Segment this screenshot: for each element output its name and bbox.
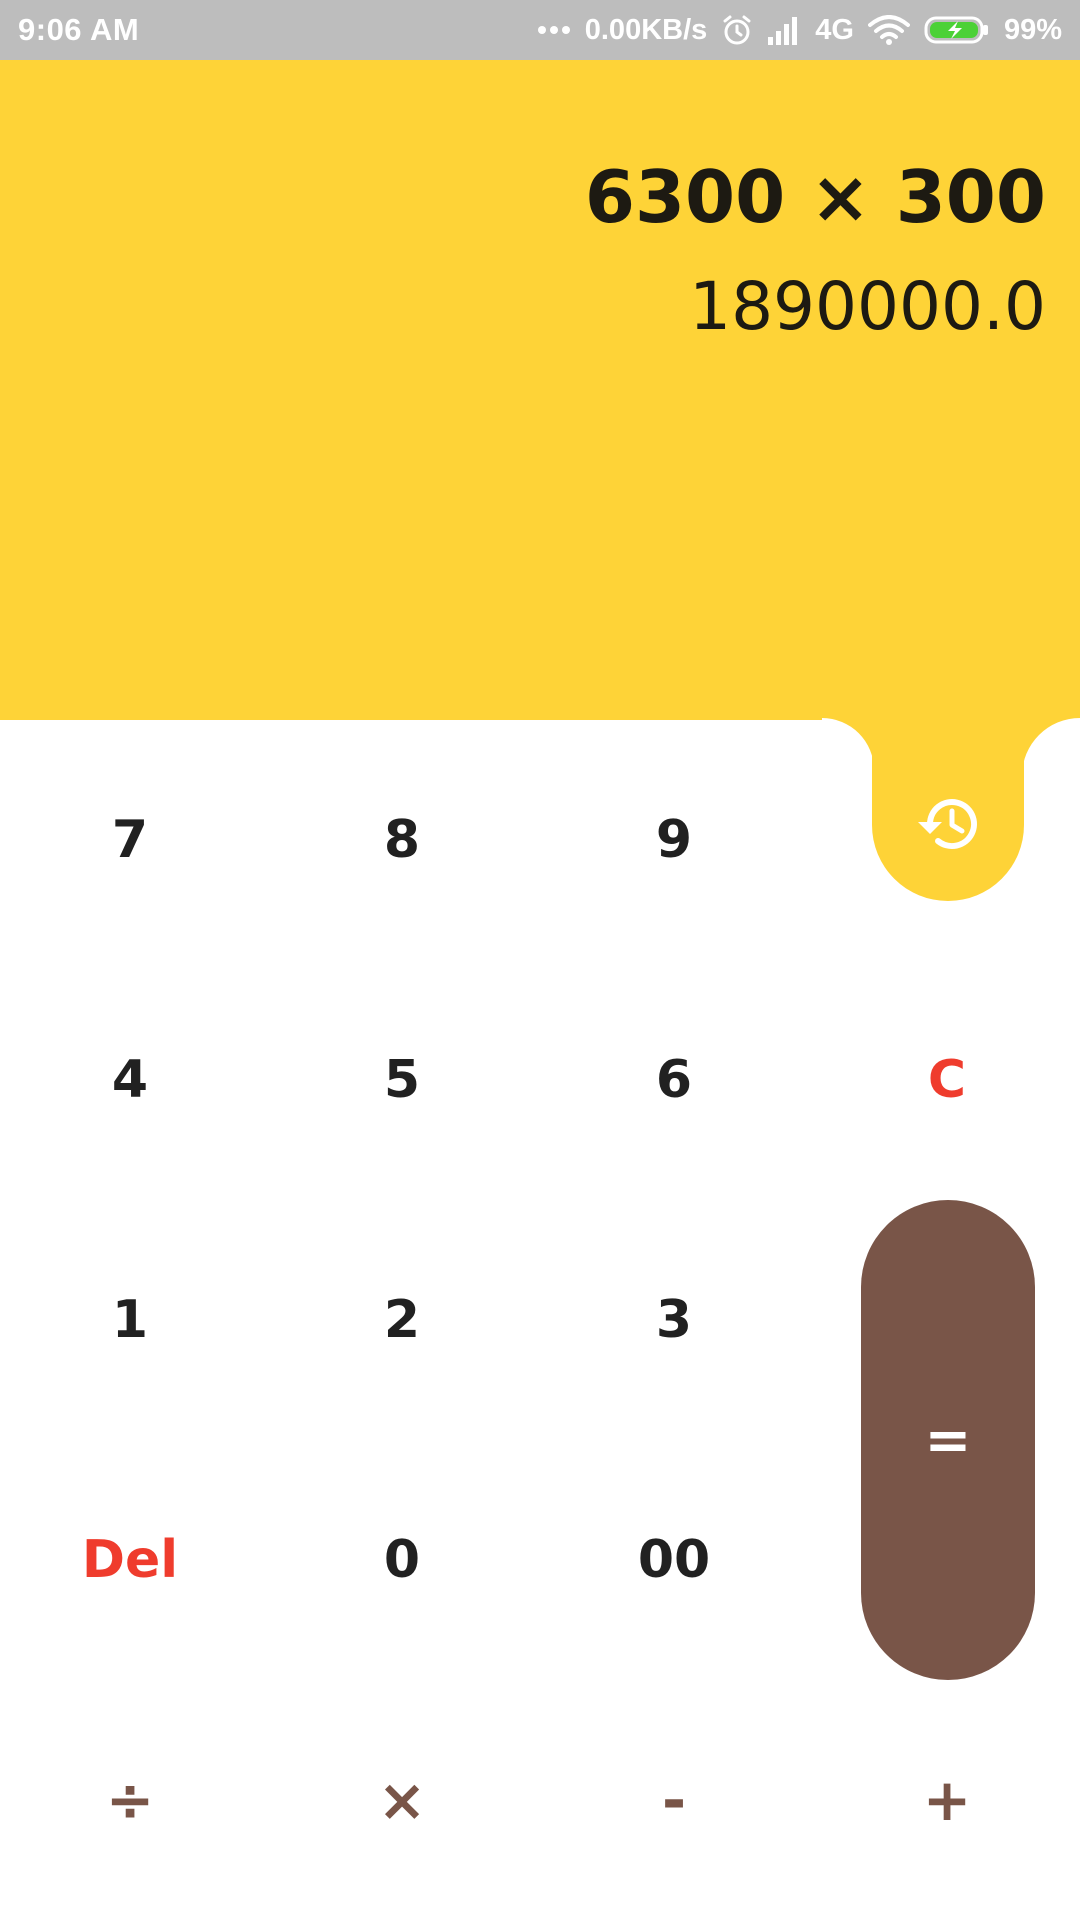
clear-button[interactable]: C xyxy=(857,1020,1037,1140)
key-6[interactable]: 6 xyxy=(584,1020,764,1140)
key-0[interactable]: 0 xyxy=(312,1500,492,1620)
wifi-icon xyxy=(867,15,910,45)
more-dots-icon xyxy=(537,25,571,35)
key-5[interactable]: 5 xyxy=(312,1020,492,1140)
expression-text: 6300 × 300 xyxy=(584,155,1046,239)
key-2[interactable]: 2 xyxy=(312,1260,492,1380)
result-text: 1890000.0 xyxy=(689,268,1046,345)
status-time: 9:06 AM xyxy=(18,12,140,47)
divide-button[interactable]: ÷ xyxy=(40,1740,220,1860)
history-icon xyxy=(914,794,982,859)
key-9[interactable]: 9 xyxy=(584,780,764,900)
multiply-button[interactable]: × xyxy=(312,1740,492,1860)
battery-charging-icon xyxy=(924,15,990,45)
key-00[interactable]: 00 xyxy=(584,1500,764,1620)
history-tab-corner-right xyxy=(1022,718,1080,776)
network-type: 4G xyxy=(815,13,854,46)
battery-percent: 99% xyxy=(1003,13,1062,46)
subtract-button[interactable]: - xyxy=(584,1740,764,1860)
network-speed: 0.00KB/s xyxy=(584,13,708,46)
history-button[interactable] xyxy=(872,718,1024,901)
status-bar: 9:06 AM 0.00KB/s 4G 99% xyxy=(0,0,1080,60)
key-3[interactable]: 3 xyxy=(584,1260,764,1380)
signal-icon xyxy=(767,15,801,45)
history-tab-corner-left xyxy=(822,718,874,770)
key-4[interactable]: 4 xyxy=(40,1020,220,1140)
key-8[interactable]: 8 xyxy=(312,780,492,900)
key-7[interactable]: 7 xyxy=(40,780,220,900)
add-button[interactable]: + xyxy=(857,1740,1037,1860)
delete-button[interactable]: Del xyxy=(40,1500,220,1620)
equals-button[interactable]: = xyxy=(861,1200,1035,1680)
status-icons: 0.00KB/s 4G 99% xyxy=(537,14,1062,47)
alarm-icon xyxy=(721,14,753,46)
calculator-display: 6300 × 300 1890000.0 xyxy=(0,60,1080,720)
key-1[interactable]: 1 xyxy=(40,1260,220,1380)
